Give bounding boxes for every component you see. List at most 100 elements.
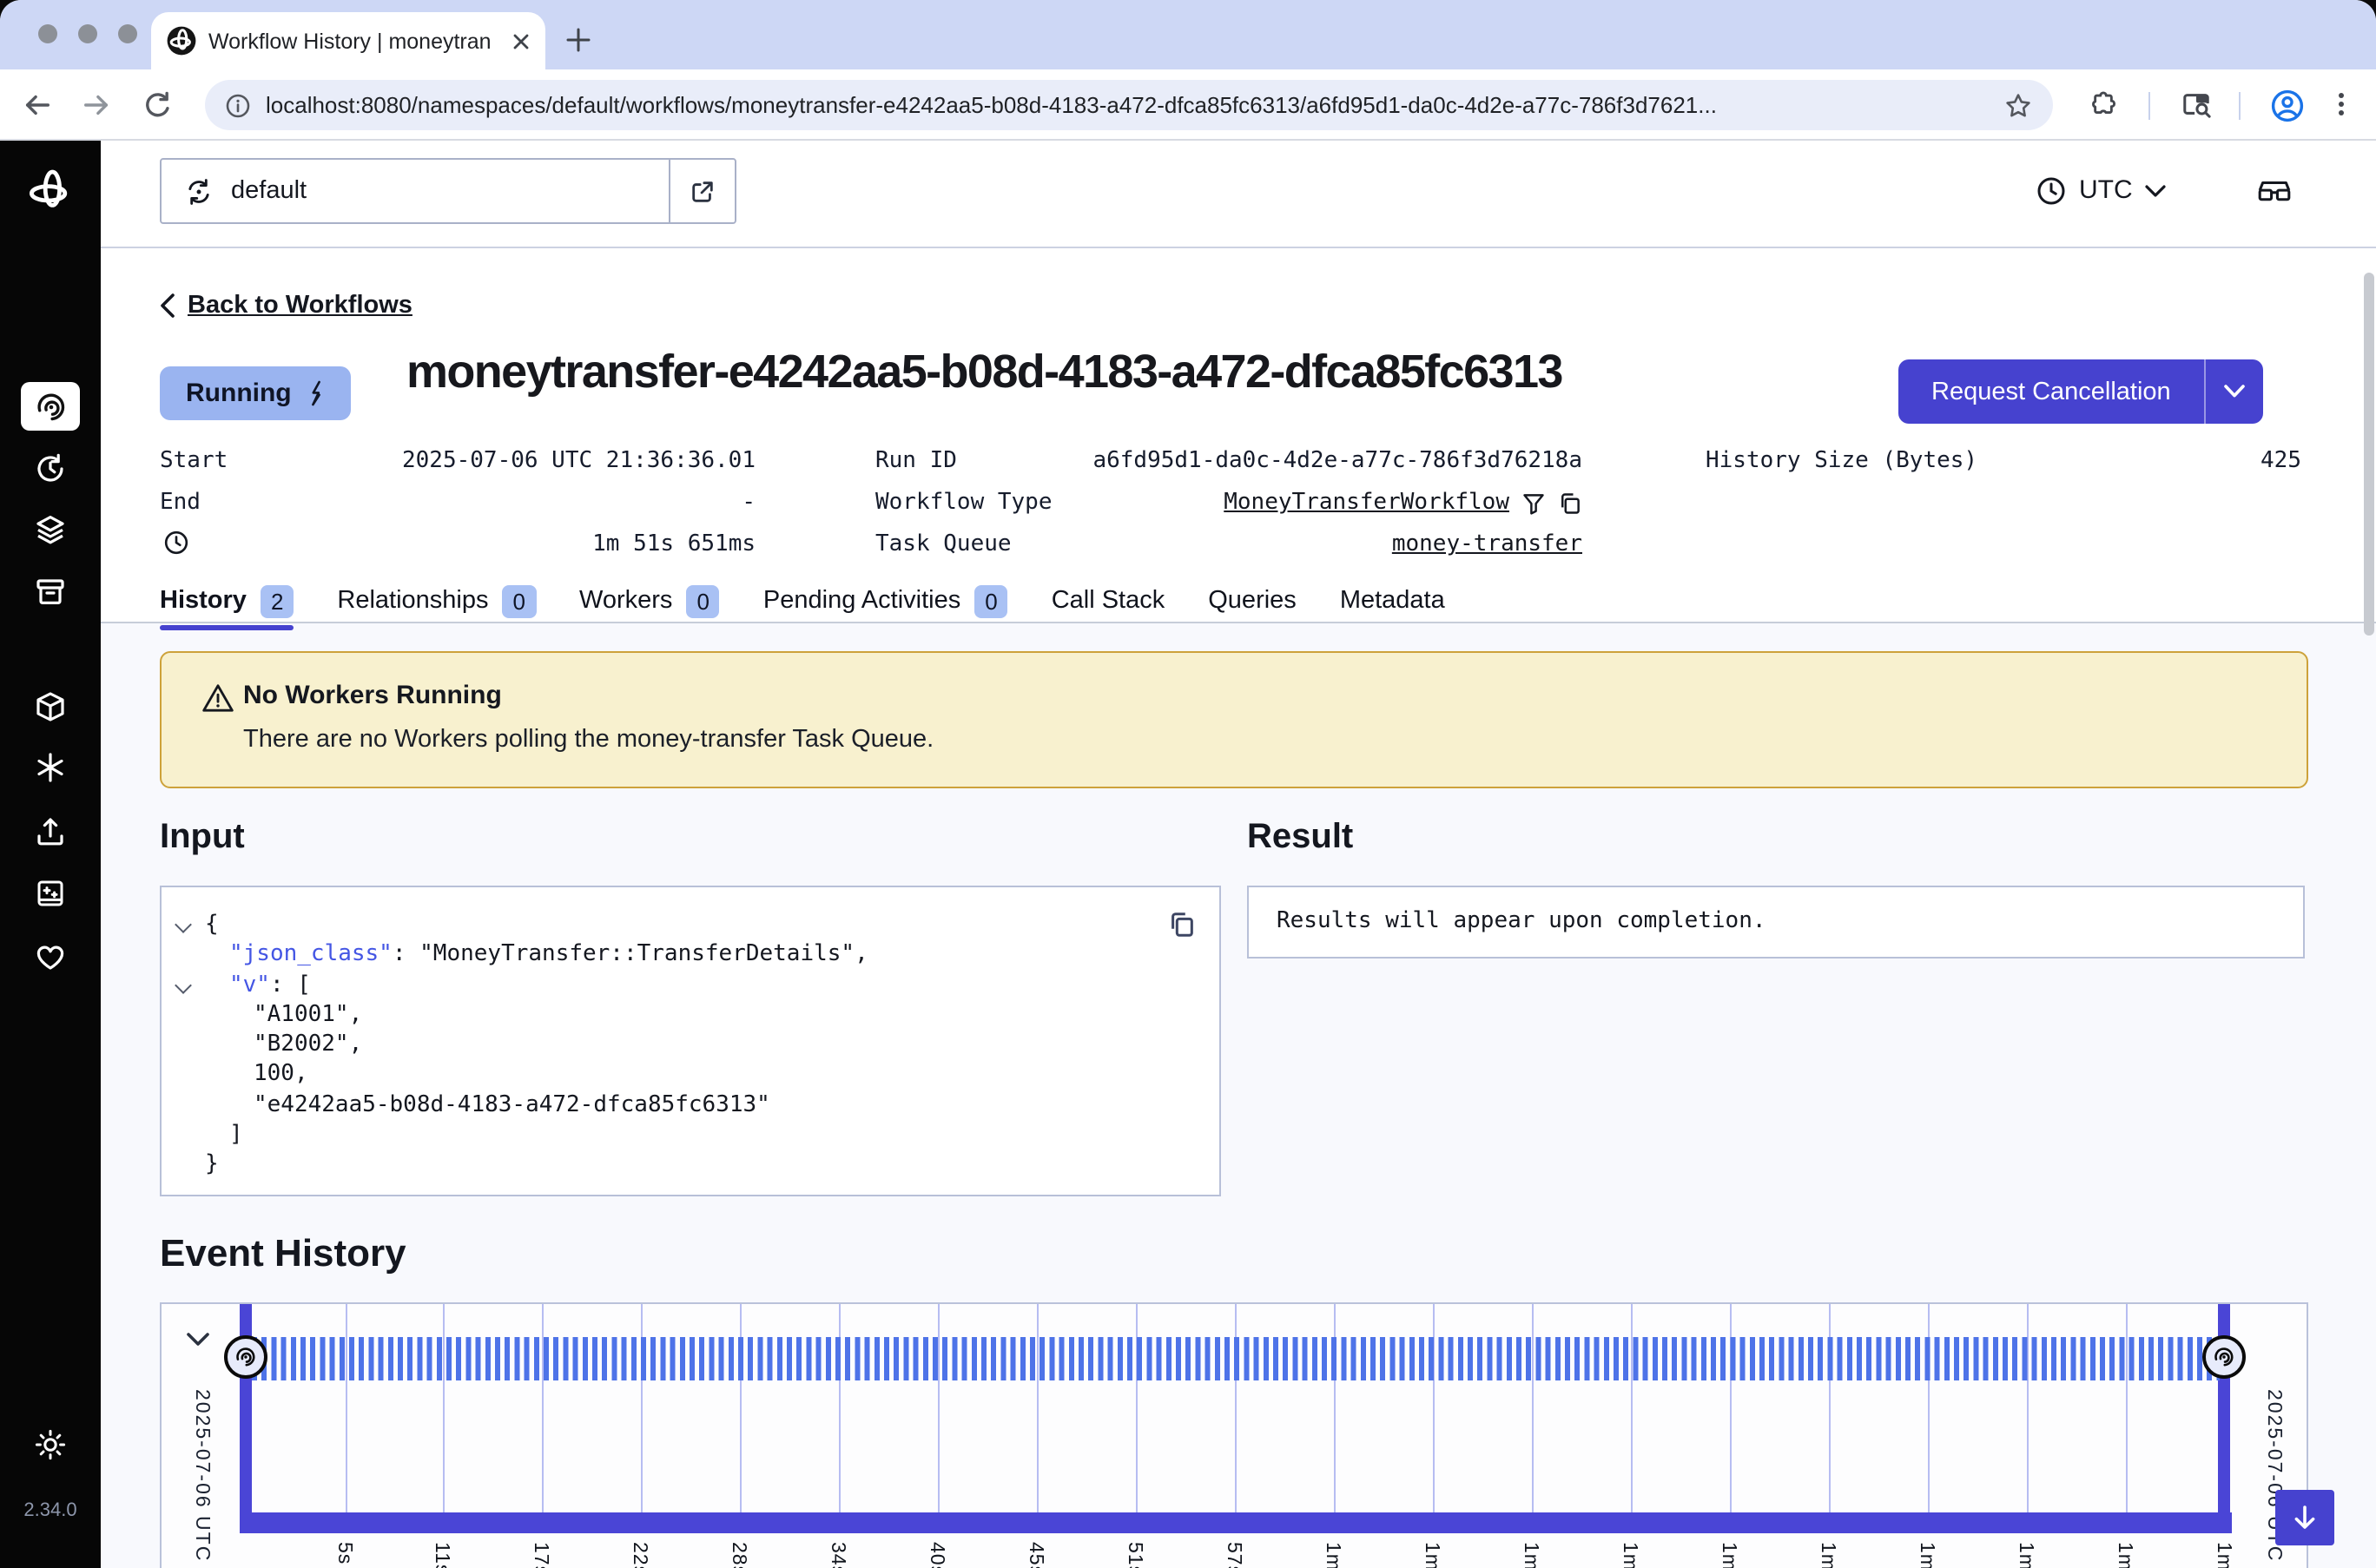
workflow-task-stripe-bar[interactable] [252,1337,2220,1380]
timeline-tick-label: 45s [1025,1542,1046,1568]
timezone-select[interactable]: UTC [2079,175,2133,205]
sidebar-item-archival[interactable] [33,575,68,609]
workflow-tabs: History2 Relationships0 Workers0 Pending Ac… [160,580,1445,622]
site-info-icon[interactable] [226,93,250,117]
request-cancellation-button[interactable]: Request Cancellation [1898,359,2263,424]
sidebar-item-batch-operations[interactable] [33,512,68,547]
tab-metadata[interactable]: Metadata [1340,587,1445,615]
task-queue-link[interactable]: money-transfer [1392,531,1582,557]
labs-glasses-icon[interactable] [2254,174,2294,210]
timeline-expand-chevron-icon[interactable] [186,1332,210,1347]
filter-icon[interactable] [1521,491,1546,516]
tab-queries[interactable]: Queries [1208,587,1297,615]
json-line: { [162,910,1219,940]
timeline-gridline [840,1304,842,1512]
input-heading: Input [160,818,245,858]
timeline-tick-label: 1m [1619,1542,1640,1568]
timeline-gridline [939,1304,940,1512]
temporal-app: 2.34.0 default UTC [0,141,2376,1568]
window-dot[interactable] [78,24,97,43]
json-line: ] [162,1120,1219,1150]
result-placeholder: Results will appear upon completion. [1277,887,1766,957]
back-to-workflows-link[interactable]: Back to Workflows [160,292,412,320]
app-version: 2.34.0 [0,1500,101,1521]
json-line: "e4242aa5-b08d-4183-a472-dfca85fc6313" [162,1090,1219,1121]
copy-input-icon[interactable] [1167,910,1197,939]
topbar-divider [101,247,2376,248]
cancellation-menu-chevron-icon[interactable] [2204,359,2263,424]
timeline-gridline [1532,1304,1534,1512]
sidebar-item-import[interactable] [33,814,68,849]
namespace-name: default [231,177,307,205]
json-line: "v": [ [162,970,1219,1000]
profile-avatar-icon[interactable] [2270,89,2305,123]
window-controls[interactable] [38,24,137,43]
url-text: localhost:8080/namespaces/default/workfl… [266,92,1989,118]
tab-workers[interactable]: Workers0 [579,584,720,617]
chevron-down-icon[interactable] [2145,184,2166,198]
json-line: 100, [162,1060,1219,1090]
timeline-start-date: 2025-07-06 UTC 2 [191,1389,212,1568]
collapse-chevron-icon[interactable] [175,916,192,933]
warning-triangle-icon [201,682,234,714]
timeline-axis [240,1512,2232,1533]
timeline-tick-label: 1m [1817,1542,1838,1568]
tab-relationships[interactable]: Relationships0 [337,584,536,617]
tab-label: Metadata [1340,587,1445,615]
new-tab-button[interactable] [566,28,591,52]
tab-label: Queries [1208,587,1297,615]
workflow-end-event-icon[interactable] [2202,1335,2246,1379]
scrollbar-thumb[interactable] [2364,273,2374,636]
window-dot[interactable] [38,24,57,43]
reload-icon[interactable] [142,90,172,120]
search-tabs-icon[interactable] [2180,90,2213,120]
sidebar-nav: 2.34.0 [0,141,101,1568]
timeline-tick-label: 17s [531,1542,551,1568]
timeline-gridline [345,1304,346,1512]
timeline-gridline [1433,1304,1435,1512]
tabs-divider [101,622,2376,623]
namespace-open-button[interactable] [669,160,735,222]
browser-tab[interactable]: Workflow History | moneytran [151,12,545,69]
tab-pending-activities[interactable]: Pending Activities0 [763,584,1008,617]
browser-menu-icon[interactable] [2327,90,2355,118]
timeline-tick-label: 1m [1421,1542,1442,1568]
tab-close-icon[interactable] [512,32,530,49]
tab-title: Workflow History | moneytran [208,29,500,53]
timeline-gridline [1928,1304,1930,1512]
sidebar-item-schedules[interactable] [33,451,68,486]
tab-call-stack[interactable]: Call Stack [1052,587,1165,615]
start-value: 2025-07-06 UTC 21:36:36.01 [160,445,756,479]
sidebar-item-nexus[interactable] [33,750,68,785]
theme-toggle-icon[interactable] [33,1427,68,1462]
input-json-box: {"json_class": "MoneyTransfer::TransferD… [160,886,1221,1196]
browser-tab-strip: Workflow History | moneytran [0,0,2376,69]
sidebar-item-namespaces[interactable] [33,689,68,724]
sidebar-item-docs[interactable] [33,877,68,912]
back-icon[interactable] [23,90,52,120]
timeline-gridline [1235,1304,1237,1512]
sidebar-item-feedback[interactable] [33,939,68,974]
temporal-logo-icon[interactable] [26,167,75,215]
timeline-gridline [1730,1304,1732,1512]
copy-icon[interactable] [1558,491,1582,516]
clock-icon [2036,175,2067,207]
workflow-start-event-icon[interactable] [224,1335,267,1379]
bookmark-star-icon[interactable] [2004,91,2032,119]
tab-label: Pending Activities [763,587,960,615]
sidebar-item-workflows[interactable] [21,382,80,431]
forward-icon[interactable] [82,90,111,120]
timeline-tick-label: 1m [1718,1542,1739,1568]
result-box: Results will appear upon completion. [1247,886,2305,959]
url-bar[interactable]: localhost:8080/namespaces/default/workfl… [205,80,2053,130]
scroll-to-bottom-button[interactable] [2275,1490,2334,1545]
tab-history[interactable]: History2 [160,584,294,617]
extensions-icon[interactable] [2088,90,2119,122]
namespace-selector[interactable]: default [160,158,736,224]
window-dot[interactable] [118,24,137,43]
timeline-tick-label: 51s [1124,1542,1145,1568]
timeline-tick-label: 57s [1223,1542,1244,1568]
timeline-gridline [741,1304,742,1512]
workflow-type-link[interactable]: MoneyTransferWorkflow [1224,486,1509,521]
collapse-chevron-icon[interactable] [175,976,192,993]
